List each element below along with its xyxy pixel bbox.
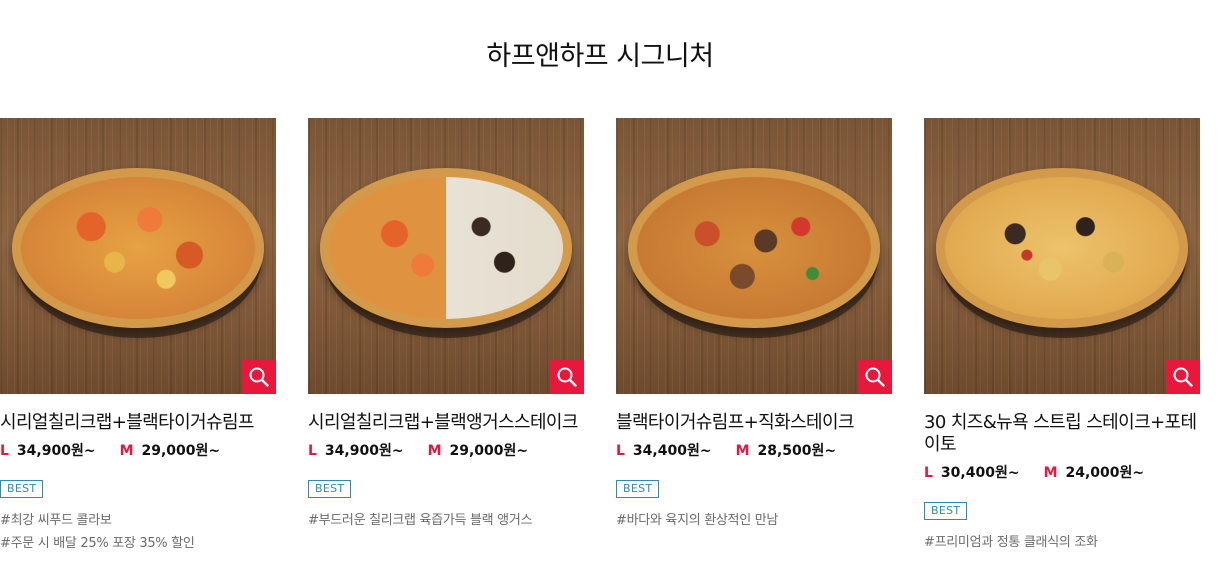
pizza-photo xyxy=(628,168,880,328)
magnifier-icon xyxy=(557,367,577,387)
product-card[interactable]: 블랙타이거슈림프+직화스테이크 L 34,400원~ M 28,500원~ BEST … xyxy=(616,118,892,532)
price-l: 34,900원~ xyxy=(16,443,96,459)
zoom-button[interactable] xyxy=(550,360,584,394)
size-m-label: M xyxy=(427,443,442,459)
product-card[interactable]: 시리얼칠리크랩+블랙타이거슈림프 L 34,900원~ M 29,000원~ BEST… xyxy=(0,118,276,555)
magnifier-icon xyxy=(249,367,269,387)
product-prices: L 30,400원~ M 24,000원~ xyxy=(924,462,1200,482)
best-badge: BEST xyxy=(308,480,352,498)
size-l-label: L xyxy=(616,443,625,459)
pizza-photo xyxy=(12,168,264,328)
tag: #바다와 육지의 환상적인 만남 xyxy=(616,513,779,528)
product-name[interactable]: 시리얼칠리크랩+블랙앵거스스테이크 xyxy=(308,412,584,434)
tag-list: #바다와 육지의 환상적인 만남 xyxy=(616,509,892,532)
tag: #최강 씨푸드 콜라보 xyxy=(0,513,112,528)
price-l: 34,900원~ xyxy=(324,443,404,459)
price-m: 24,000원~ xyxy=(1065,465,1145,481)
tag-list: #부드러운 칠리크랩 육즙가득 블랙 앵거스 xyxy=(308,509,584,532)
zoom-button[interactable] xyxy=(1166,360,1200,394)
zoom-button[interactable] xyxy=(858,360,892,394)
size-m-label: M xyxy=(1043,465,1058,481)
price-l: 34,400원~ xyxy=(632,443,712,459)
best-badge: BEST xyxy=(616,480,660,498)
tag-list: #프리미엄과 정통 클래식의 조화 xyxy=(924,531,1200,554)
zoom-button[interactable] xyxy=(242,360,276,394)
product-card[interactable]: 시리얼칠리크랩+블랙앵거스스테이크 L 34,900원~ M 29,000원~ BES… xyxy=(308,118,584,532)
best-badge: BEST xyxy=(924,502,968,520)
product-card[interactable]: 30 치즈&뉴욕 스트립 스테이크+포테이토 L 30,400원~ M 24,000원… xyxy=(924,118,1200,554)
tag: #주문 시 배달 25% 포장 35% 할인 xyxy=(0,536,195,551)
product-image[interactable] xyxy=(616,118,892,394)
magnifier-icon xyxy=(865,367,885,387)
tag: #부드러운 칠리크랩 육즙가득 블랙 앵거스 xyxy=(308,513,533,528)
best-badge: BEST xyxy=(0,480,44,498)
product-name[interactable]: 30 치즈&뉴욕 스트립 스테이크+포테이토 xyxy=(924,412,1200,456)
size-l-label: L xyxy=(308,443,317,459)
product-name[interactable]: 시리얼칠리크랩+블랙타이거슈림프 xyxy=(0,412,276,434)
pizza-photo xyxy=(936,168,1188,328)
price-m: 29,000원~ xyxy=(449,443,529,459)
product-name[interactable]: 블랙타이거슈림프+직화스테이크 xyxy=(616,412,892,434)
price-l: 30,400원~ xyxy=(940,465,1020,481)
product-prices: L 34,900원~ M 29,000원~ xyxy=(0,440,276,460)
magnifier-icon xyxy=(1173,367,1193,387)
pizza-photo xyxy=(320,168,572,328)
size-l-label: L xyxy=(924,465,933,481)
price-m: 28,500원~ xyxy=(757,443,837,459)
size-l-label: L xyxy=(0,443,9,459)
price-m: 29,000원~ xyxy=(141,443,221,459)
tag-list: #최강 씨푸드 콜라보 #주문 시 배달 25% 포장 35% 할인 xyxy=(0,509,276,555)
product-image[interactable] xyxy=(924,118,1200,394)
section-title: 하프앤하프 시그니처 xyxy=(486,41,714,72)
product-grid: 시리얼칠리크랩+블랙타이거슈림프 L 34,900원~ M 29,000원~ BEST… xyxy=(0,118,1231,584)
product-image[interactable] xyxy=(0,118,276,394)
size-m-label: M xyxy=(735,443,750,459)
product-prices: L 34,900원~ M 29,000원~ xyxy=(308,440,584,460)
product-prices: L 34,400원~ M 28,500원~ xyxy=(616,440,892,460)
product-image[interactable] xyxy=(308,118,584,394)
tag: #프리미엄과 정통 클래식의 조화 xyxy=(924,535,1098,550)
size-m-label: M xyxy=(119,443,134,459)
